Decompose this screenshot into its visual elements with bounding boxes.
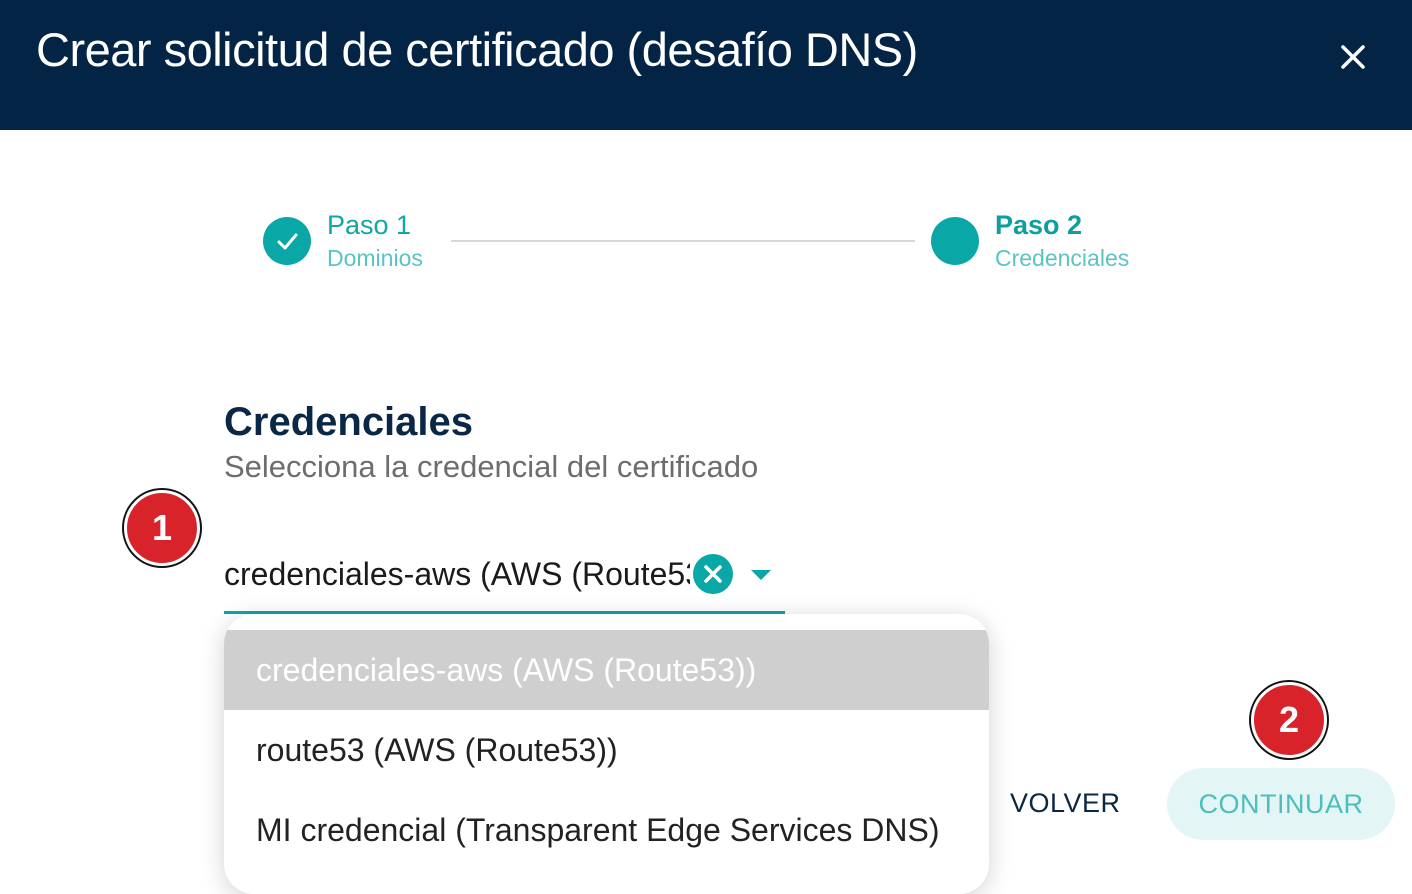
dropdown-option[interactable]: MI credencial (Transparent Edge Services… — [224, 790, 989, 870]
close-button[interactable] — [1336, 40, 1370, 74]
clear-icon — [704, 565, 722, 583]
dropdown-option[interactable]: credenciales-aws (AWS (Route53)) — [224, 630, 989, 710]
credential-select-value: credenciales-aws (AWS (Route53)) — [224, 556, 690, 592]
chevron-down-icon[interactable] — [750, 568, 772, 582]
dropdown-option[interactable]: route53 (AWS (Route53)) — [224, 710, 989, 790]
annotation-marker-1: 1 — [124, 490, 200, 566]
clear-selection-button[interactable] — [693, 554, 733, 594]
step-connector — [451, 240, 915, 242]
step-1-title: Paso 1 — [327, 210, 412, 240]
step-2-active-indicator — [931, 217, 979, 265]
back-button[interactable]: VOLVER — [1010, 788, 1121, 819]
close-icon — [1341, 45, 1365, 69]
credential-select[interactable]: credenciales-aws (AWS (Route53)) — [224, 548, 785, 614]
step-1-completed-indicator — [263, 217, 311, 265]
step-2-title: Paso 2 — [995, 210, 1083, 240]
step-1-subtitle: Dominios — [327, 245, 423, 271]
continue-button[interactable]: CONTINUAR — [1167, 768, 1395, 840]
dialog-header: Crear solicitud de certificado (desafío … — [0, 0, 1412, 130]
step-2-subtitle: Credenciales — [995, 245, 1130, 271]
section-title: Credenciales — [224, 400, 474, 444]
section-subtitle: Selecciona la credencial del certificado — [224, 449, 759, 484]
annotation-marker-2: 2 — [1251, 682, 1327, 758]
checkmark-icon — [277, 233, 298, 250]
dialog-title: Crear solicitud de certificado (desafío … — [36, 23, 918, 76]
credential-dropdown-menu: credenciales-aws (AWS (Route53)) route53… — [224, 614, 989, 894]
continue-button-label: CONTINUAR — [1198, 788, 1364, 819]
